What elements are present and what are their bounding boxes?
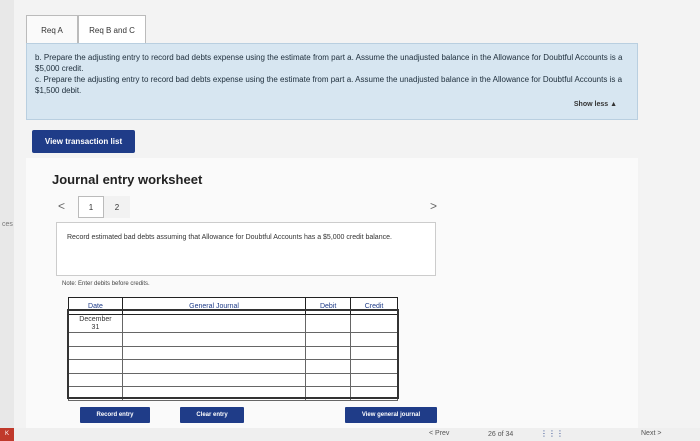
record-entry-button[interactable]: Record entry	[80, 407, 150, 423]
table-row	[68, 372, 398, 387]
date-cell-empty	[68, 386, 123, 401]
show-less-link[interactable]: Show less ▲	[574, 99, 617, 110]
account-input[interactable]	[121, 332, 307, 347]
table-row: December 31	[68, 314, 398, 333]
table-row	[68, 332, 398, 347]
next-page-icon[interactable]: >	[430, 199, 437, 213]
credit-input[interactable]	[350, 345, 398, 360]
date-cell-empty	[68, 372, 123, 387]
view-general-journal-button[interactable]: View general journal	[345, 407, 437, 423]
grid-icon[interactable]: ⋮⋮⋮	[540, 429, 564, 438]
next-question-button[interactable]: Next >	[641, 430, 661, 437]
debit-input[interactable]	[305, 345, 352, 360]
credit-input[interactable]	[350, 372, 398, 387]
left-strip: ces K	[0, 0, 14, 441]
prev-page-icon[interactable]: <	[58, 199, 65, 213]
instruction-part-c: c. Prepare the adjusting entry to record…	[35, 75, 623, 95]
date-day: 31	[91, 324, 100, 331]
debit-input[interactable]	[305, 332, 352, 347]
bottom-nav-bar	[14, 428, 700, 441]
credit-input[interactable]	[350, 314, 398, 333]
view-transaction-list-button[interactable]: View transaction list	[32, 130, 135, 153]
table-row	[68, 345, 398, 360]
credit-input[interactable]	[350, 332, 398, 347]
account-input[interactable]	[121, 314, 307, 333]
header-date: Date	[68, 297, 123, 315]
debit-input[interactable]	[305, 359, 352, 374]
account-input[interactable]	[121, 345, 307, 360]
table-row	[68, 359, 398, 374]
header-general-journal: General Journal	[121, 297, 307, 315]
requirement-tabs: Req A Req B and C	[26, 15, 146, 44]
page-tab-1[interactable]: 1	[78, 196, 104, 218]
clear-entry-button[interactable]: Clear entry	[180, 407, 244, 423]
page-tab-2[interactable]: 2	[104, 196, 130, 218]
tab-req-a[interactable]: Req A	[26, 15, 78, 44]
entry-note: Note: Enter debits before credits.	[62, 281, 150, 287]
date-month: December	[79, 316, 112, 323]
account-input[interactable]	[121, 359, 307, 374]
account-input[interactable]	[121, 386, 307, 401]
header-credit: Credit	[350, 297, 398, 315]
instruction-part-b: b. Prepare the adjusting entry to record…	[35, 53, 623, 73]
worksheet-title: Journal entry worksheet	[52, 172, 203, 187]
header-debit: Debit	[305, 297, 352, 315]
worksheet-page-tabs: 1 2	[78, 196, 130, 218]
question-counter: 26 of 34	[488, 431, 514, 438]
date-cell-empty	[68, 359, 123, 374]
instructions-box: b. Prepare the adjusting entry to record…	[26, 43, 638, 120]
date-cell-empty	[68, 332, 123, 347]
corner-badge: K	[0, 428, 14, 441]
journal-table: Date General Journal Debit Credit Decemb…	[68, 297, 398, 401]
side-text: ces	[2, 221, 13, 228]
date-cell: December 31	[68, 314, 123, 333]
table-row	[68, 386, 398, 401]
credit-input[interactable]	[350, 359, 398, 374]
transaction-description: Record estimated bad debts assuming that…	[56, 222, 436, 276]
prev-question-button[interactable]: < Prev	[429, 430, 449, 437]
credit-input[interactable]	[350, 386, 398, 401]
debit-input[interactable]	[305, 314, 352, 333]
debit-input[interactable]	[305, 386, 352, 401]
tab-req-b-and-c[interactable]: Req B and C	[78, 15, 146, 44]
date-cell-empty	[68, 345, 123, 360]
account-input[interactable]	[121, 372, 307, 387]
debit-input[interactable]	[305, 372, 352, 387]
